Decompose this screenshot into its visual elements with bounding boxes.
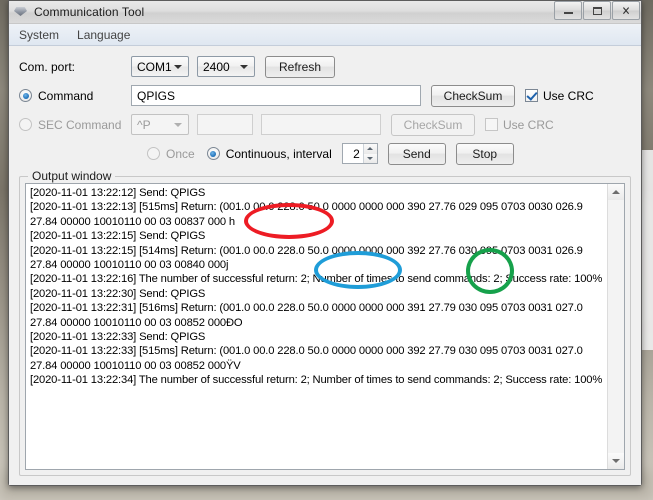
chevron-up-icon[interactable] [363, 144, 377, 154]
checkmark-icon [525, 89, 538, 102]
sec-command-radio-label: SEC Command [38, 117, 122, 132]
com-port-label: Com. port: [19, 59, 76, 74]
command-radio[interactable]: Command [19, 89, 131, 103]
send-mode-row: Once Continuous, interval 2 Send Stop [19, 141, 631, 166]
send-button[interactable]: Send [387, 142, 446, 165]
radio-dot-icon [19, 118, 32, 131]
use-crc-checkbox[interactable]: Use CRC [525, 89, 594, 103]
com-port-value: COM1 [137, 59, 172, 74]
radio-dot-icon [206, 147, 220, 160]
stop-button[interactable]: Stop [455, 142, 514, 165]
sec-command-row: SEC Command ^P CheckSum Use CRC [19, 112, 631, 137]
use-crc-checkbox-secondary[interactable]: Use CRC [485, 118, 554, 132]
scroll-up-icon[interactable] [608, 184, 624, 200]
radio-dot-icon [19, 89, 32, 102]
command-radio-label: Command [38, 88, 94, 103]
com-port-select[interactable]: COM1 [131, 56, 189, 77]
interval-stepper[interactable]: 2 [341, 143, 378, 164]
use-crc-label: Use CRC [543, 88, 594, 103]
scrollbar-track[interactable] [608, 200, 624, 453]
baud-rate-select[interactable]: 2400 [197, 56, 255, 77]
menu-item-language[interactable]: Language [75, 27, 132, 43]
com-port-row: Com. port: COM1 2400 Refresh [19, 54, 631, 79]
title-bar: Communication Tool ✕ [9, 1, 641, 24]
desktop-background: H H Communication Tool ✕ System Language… [0, 0, 653, 500]
scroll-down-icon[interactable] [608, 453, 624, 469]
checkmark-icon [485, 118, 498, 131]
once-radio[interactable]: Once [147, 147, 195, 161]
command-input[interactable]: QPIGS [131, 85, 421, 106]
spinner-arrows [362, 144, 377, 163]
output-window[interactable]: [2020-11-01 13:22:12] Send: QPIGS [2020-… [25, 183, 625, 470]
once-label: Once [166, 146, 195, 161]
sec-command-field-2[interactable] [261, 114, 381, 135]
sec-command-value: ^P [137, 117, 151, 132]
sec-command-field-1[interactable] [197, 114, 253, 135]
chevron-down-icon [240, 64, 248, 69]
command-row: Command QPIGS CheckSum Use CRC [19, 83, 631, 108]
communication-tool-window: Communication Tool ✕ System Language Com… [8, 0, 642, 486]
window-buttons: ✕ [554, 1, 640, 20]
use-crc-label-secondary: Use CRC [503, 117, 554, 132]
output-scrollbar[interactable] [607, 184, 624, 469]
output-window-label: Output window [28, 169, 116, 183]
checksum-button[interactable]: CheckSum [431, 84, 515, 107]
maximize-icon[interactable] [583, 1, 611, 20]
menu-item-system[interactable]: System [17, 27, 61, 43]
interval-value: 2 [353, 146, 360, 161]
chevron-down-icon [174, 122, 182, 127]
baud-rate-value: 2400 [203, 59, 230, 74]
refresh-button[interactable]: Refresh [265, 55, 335, 78]
output-window-group: Output window [2020-11-01 13:22:12] Send… [19, 169, 631, 476]
app-gem-icon [13, 4, 29, 20]
continuous-label: Continuous, interval [225, 146, 332, 161]
sec-command-select[interactable]: ^P [131, 114, 189, 135]
continuous-radio[interactable]: Continuous, interval [206, 146, 332, 161]
chevron-down-icon [174, 64, 182, 69]
chevron-down-icon[interactable] [363, 153, 377, 163]
output-log-text: [2020-11-01 13:22:12] Send: QPIGS [2020-… [30, 187, 603, 387]
close-icon[interactable]: ✕ [612, 1, 640, 20]
client-area: Com. port: COM1 2400 Refresh Command QPI… [9, 46, 641, 485]
menu-bar: System Language [9, 24, 641, 46]
sec-command-radio[interactable]: SEC Command [19, 118, 131, 132]
window-title: Communication Tool [34, 5, 145, 19]
radio-dot-icon [147, 147, 160, 160]
minimize-icon[interactable] [554, 1, 582, 20]
checksum-button-secondary[interactable]: CheckSum [391, 113, 475, 136]
